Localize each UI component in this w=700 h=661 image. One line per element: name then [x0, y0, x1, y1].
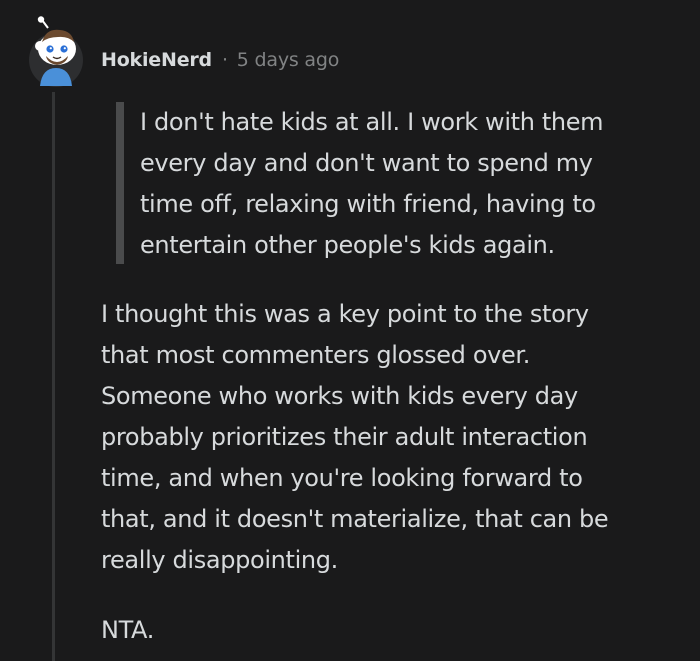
body-line: really disappointing. [101, 546, 338, 574]
signoff-line: NTA. [101, 616, 154, 644]
author-name[interactable]: HokieNerd [101, 49, 212, 71]
body-line: Someone who works with kids every day [101, 382, 578, 410]
comment-body: I thought this was a key point to the st… [101, 294, 681, 581]
body-line: probably prioritizes their adult interac… [101, 423, 588, 451]
meta-separator: · [221, 49, 228, 71]
quote-text: I don't hate kids at all. I work with th… [140, 102, 680, 266]
comment-meta: HokieNerd · 5 days ago [101, 44, 339, 76]
quote-line: entertain other people's kids again. [140, 231, 555, 259]
comment: HokieNerd · 5 days ago I don't hate kids… [0, 0, 700, 661]
quote-bar [116, 102, 124, 264]
quote-line: every day and don't want to spend my [140, 149, 593, 177]
user-avatar[interactable] [28, 16, 84, 88]
body-line: time, and when you're looking forward to [101, 464, 583, 492]
blockquote: I don't hate kids at all. I work with th… [116, 102, 676, 264]
quote-line: I don't hate kids at all. I work with th… [140, 108, 604, 136]
thread-collapse-line[interactable] [52, 92, 55, 661]
quote-line: time off, relaxing with friend, having t… [140, 190, 596, 218]
snoo-avatar-icon [29, 16, 83, 87]
comment-timestamp[interactable]: 5 days ago [237, 49, 340, 71]
body-line: that most commenters glossed over. [101, 341, 531, 369]
body-line: I thought this was a key point to the st… [101, 300, 589, 328]
comment-signoff: NTA. [101, 610, 301, 651]
body-line: that, and it doesn't materialize, that c… [101, 505, 609, 533]
